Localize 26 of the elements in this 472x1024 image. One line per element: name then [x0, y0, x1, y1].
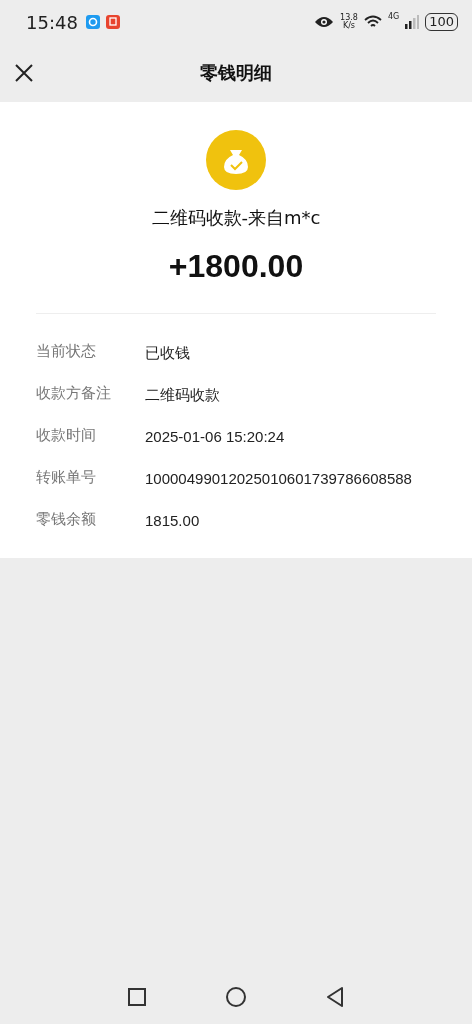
detail-value: 1815.00	[145, 511, 201, 531]
money-bag-icon	[206, 130, 266, 190]
detail-value: 2025-01-06 15:20:24	[145, 427, 286, 447]
amount: +1800.00	[168, 248, 304, 285]
detail-value: 二维码收款	[145, 385, 221, 405]
battery-level: 100	[425, 13, 458, 31]
detail-label: 转账单号	[36, 467, 97, 488]
detail-label: 零钱余额	[36, 509, 97, 530]
clock: 15:48	[26, 11, 78, 33]
detail-value: 已收钱	[145, 343, 191, 363]
transaction-title: 二维码收款-来自m*c	[151, 206, 321, 230]
back-button[interactable]	[325, 986, 345, 1008]
page-title: 零钱明细	[200, 61, 272, 85]
news-app-icon	[105, 15, 120, 29]
network-type: 4G	[387, 12, 400, 21]
home-button[interactable]	[225, 986, 247, 1008]
detail-label: 收款时间	[36, 425, 97, 446]
network-speed: 13.8 K/s	[340, 14, 358, 30]
signal-icon	[405, 15, 420, 29]
detail-label: 当前状态	[36, 341, 97, 362]
search-app-icon	[85, 15, 100, 29]
detail-value: 10000499012025010601739786608588	[145, 469, 413, 489]
eye-icon	[314, 15, 335, 29]
recent-apps-button[interactable]	[127, 987, 147, 1007]
detail-label: 收款方备注	[36, 383, 112, 404]
wifi-icon	[363, 15, 382, 29]
